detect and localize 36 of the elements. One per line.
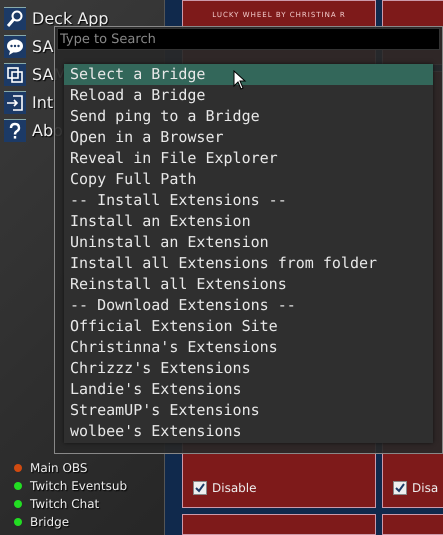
connection-label: Twitch Chat (30, 497, 100, 511)
command-item[interactable]: -- Download Extensions -- (64, 295, 433, 316)
command-item[interactable]: Chrizzz's Extensions (64, 358, 433, 379)
command-item[interactable]: Reload a Bridge (64, 85, 433, 106)
sidebar-item[interactable]: Int (32, 93, 54, 112)
sidebar-item[interactable]: SA (32, 37, 54, 56)
command-item[interactable]: -- Install Extensions -- (64, 190, 433, 211)
command-item[interactable]: Install an Extension (64, 211, 433, 232)
checkbox-label: Disable (212, 481, 257, 495)
pointer-icon (233, 70, 247, 90)
command-item[interactable]: Official Extension Site (64, 316, 433, 337)
command-item[interactable]: StreamUP's Extensions (64, 400, 433, 421)
command-item[interactable]: Open in a Browser (64, 127, 433, 148)
connection-label: Main OBS (30, 461, 88, 475)
command-item[interactable]: Christinna's Extensions (64, 337, 433, 358)
command-item[interactable]: Uninstall an Extension (64, 232, 433, 253)
sidebar-item[interactable]: Deck App (32, 9, 109, 28)
command-item[interactable]: wolbee's Extensions (64, 421, 433, 442)
command-item[interactable]: Copy Full Path (64, 169, 433, 190)
connection-label: Twitch Eventsub (30, 479, 128, 493)
sidebar-item[interactable]: Abo (32, 121, 63, 140)
chat-bubble-icon[interactable] (4, 35, 26, 58)
command-item[interactable]: Landie's Extensions (64, 379, 433, 400)
checkbox-label: Disa (412, 481, 438, 495)
command-item[interactable]: Install all Extensions from folder (64, 253, 433, 274)
search-field[interactable]: Type to Search (57, 28, 440, 50)
deck-card[interactable] (182, 514, 376, 535)
command-item[interactable]: Reinstall all Extensions (64, 274, 433, 295)
command-item[interactable]: Select a Bridge (64, 64, 433, 85)
search-icon[interactable] (4, 7, 26, 30)
layers-icon[interactable] (4, 63, 26, 86)
command-item[interactable]: Send ping to a Bridge (64, 106, 433, 127)
connection-label: Bridge (30, 515, 70, 529)
login-icon[interactable] (4, 91, 26, 114)
help-icon[interactable] (4, 119, 26, 142)
command-item[interactable]: Reveal in File Explorer (64, 148, 433, 169)
